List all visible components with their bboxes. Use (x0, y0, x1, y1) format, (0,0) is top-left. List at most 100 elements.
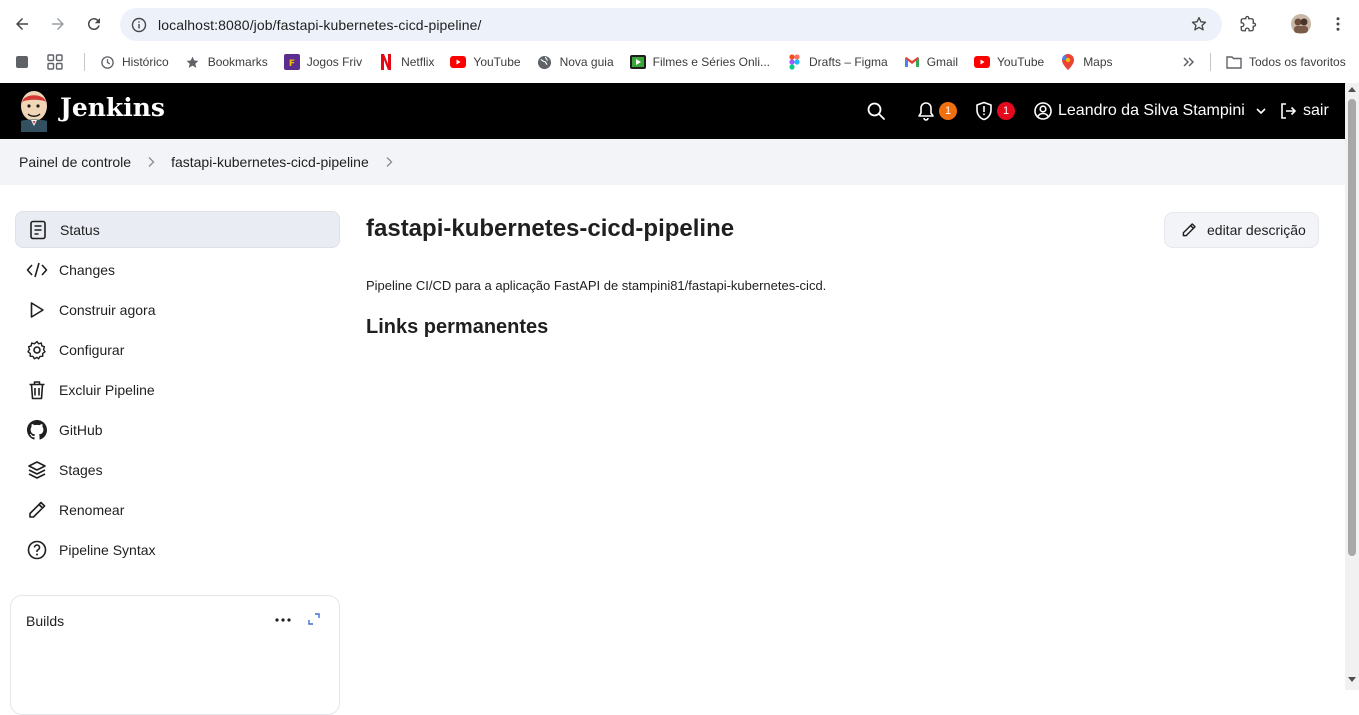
bookmark-bookmarks[interactable]: Bookmarks (177, 48, 276, 76)
site-info-icon[interactable] (130, 16, 148, 34)
logout-label: sair (1303, 102, 1329, 119)
chevron-right-icon[interactable] (383, 156, 395, 168)
forward-button[interactable] (40, 6, 76, 42)
arrow-left-icon (16, 18, 28, 30)
bookmark-label: Filmes e Séries Onli... (652, 55, 770, 69)
builds-title: Builds (26, 613, 65, 629)
scroll-down-arrow-icon[interactable] (1348, 677, 1356, 682)
bookmark-label: Jogos Friv (306, 55, 363, 69)
expand-button[interactable] (306, 611, 322, 627)
scroll-up-arrow-icon[interactable] (1348, 87, 1356, 92)
bookmark-star-icon[interactable] (1190, 15, 1208, 33)
page-title: fastapi-kubernetes-cicd-pipeline (366, 215, 735, 242)
sidebar-item-github[interactable]: GitHub (15, 411, 340, 448)
jenkins-logo[interactable] (18, 90, 50, 132)
logout-button[interactable]: sair (1279, 83, 1329, 139)
breadcrumb-job[interactable]: fastapi-kubernetes-cicd-pipeline (171, 154, 369, 170)
breadcrumb: Painel de controle fastapi-kubernetes-ci… (0, 139, 1345, 185)
breadcrumb-dashboard[interactable]: Painel de controle (19, 154, 131, 170)
sidebar-item-label: Construir agora (59, 301, 156, 318)
sidebar-item-rename[interactable]: Renomear (15, 491, 340, 528)
reload-button[interactable] (76, 6, 112, 42)
user-menu[interactable]: Leandro da Silva Stampini (1034, 83, 1267, 139)
bookmark-gmail[interactable]: Gmail (896, 48, 966, 76)
sidebar-item-configure[interactable]: Configurar (15, 331, 340, 368)
apps-grid-icon (47, 54, 63, 70)
browser-menu-button[interactable] (1320, 0, 1356, 48)
jenkins-title[interactable]: Jenkins (60, 93, 165, 122)
bookmark-jogos-friv[interactable]: F Jogos Friv (276, 48, 370, 76)
sidebar-item-status[interactable]: Status (15, 211, 340, 248)
bookmark-label: Drafts – Figma (809, 55, 888, 69)
bookmark-label: Histórico (122, 55, 169, 69)
scrollbar-thumb[interactable] (1348, 99, 1356, 556)
youtube-icon (974, 54, 991, 70)
friv-icon: F (283, 54, 300, 70)
page-scrollbar[interactable] (1345, 83, 1359, 690)
youtube-icon (450, 54, 467, 70)
notifications-button[interactable]: 1 (917, 83, 957, 139)
reload-icon (87, 18, 100, 31)
bookmark-netflix[interactable]: Netflix (370, 48, 442, 76)
all-bookmarks-folder[interactable]: Todos os favoritos (1218, 48, 1354, 76)
edit-description-label: editar descrição (1207, 222, 1306, 238)
apps-square-button[interactable] (0, 48, 43, 76)
help-icon (26, 539, 48, 561)
sidebar-item-delete[interactable]: Excluir Pipeline (15, 371, 340, 408)
jenkins-header: Jenkins 1 1 Leandro da Silva Stampini sa… (0, 83, 1345, 139)
sidebar-item-stages[interactable]: Stages (15, 451, 340, 488)
folder-icon (1226, 54, 1242, 70)
edit-description-button[interactable]: editar descrição (1164, 212, 1319, 248)
apps-grid-button[interactable] (43, 48, 78, 76)
back-button[interactable] (4, 6, 40, 42)
gmail-icon (904, 54, 920, 70)
trash-icon (26, 379, 48, 401)
sidebar-item-label: Status (60, 221, 100, 238)
sidebar-item-changes[interactable]: Changes (15, 251, 340, 288)
security-button[interactable]: 1 (975, 83, 1015, 139)
avatar-icon (1291, 14, 1311, 34)
bookmark-label: Nova guia (559, 55, 614, 69)
github-icon (26, 419, 48, 441)
code-icon (26, 259, 48, 281)
extensions-button[interactable] (1230, 0, 1266, 48)
bookmark-nova-guia[interactable]: Nova guia (529, 48, 622, 76)
more-bookmarks-button[interactable] (1172, 48, 1211, 76)
job-description: Pipeline CI/CD para a aplicação FastAPI … (366, 278, 827, 293)
film-icon (629, 54, 646, 70)
more-options-button[interactable] (273, 610, 293, 630)
square-icon (14, 54, 30, 70)
kebab-menu-icon (1336, 17, 1340, 31)
address-bar[interactable]: localhost:8080/job/fastapi-kubernetes-ci… (120, 8, 1222, 41)
bookmark-label: Gmail (926, 55, 959, 69)
search-button[interactable] (866, 83, 886, 139)
sidebar-item-label: Stages (59, 461, 103, 478)
bookmarks-divider (84, 53, 85, 71)
sidebar-item-pipeline-syntax[interactable]: Pipeline Syntax (15, 531, 340, 568)
builds-panel: Builds (10, 595, 340, 715)
browser-toolbar: localhost:8080/job/fastapi-kubernetes-ci… (0, 0, 1359, 48)
history-icon (99, 54, 115, 70)
logout-icon (1281, 103, 1297, 119)
bookmark-filmes-series[interactable]: Filmes e Séries Onli... (622, 48, 778, 76)
sidebar-item-label: Pipeline Syntax (59, 541, 156, 558)
bookmark-label: Bookmarks (207, 55, 268, 69)
notification-count-badge: 1 (939, 102, 957, 120)
bookmark-maps[interactable]: Maps (1052, 48, 1120, 76)
sidebar-item-label: GitHub (59, 421, 103, 438)
puzzle-icon (1240, 15, 1257, 32)
svg-text:F: F (289, 59, 295, 69)
bookmark-label: Maps (1083, 55, 1113, 69)
bookmark-youtube[interactable]: YouTube (442, 48, 528, 76)
chevron-down-icon (1256, 108, 1266, 115)
chevron-right-icon (145, 156, 157, 168)
profile-avatar[interactable] (1283, 0, 1319, 48)
shield-icon (976, 101, 992, 121)
expand-icon (308, 613, 320, 625)
bookmark-historico[interactable]: Histórico (91, 48, 177, 76)
bookmarks-bar: Histórico Bookmarks F Jogos Friv Netflix… (0, 48, 1359, 76)
all-bookmarks-label: Todos os favoritos (1249, 55, 1346, 69)
bookmark-youtube-2[interactable]: YouTube (966, 48, 1052, 76)
sidebar-item-build-now[interactable]: Construir agora (15, 291, 340, 328)
bookmark-figma[interactable]: Drafts – Figma (778, 48, 896, 76)
